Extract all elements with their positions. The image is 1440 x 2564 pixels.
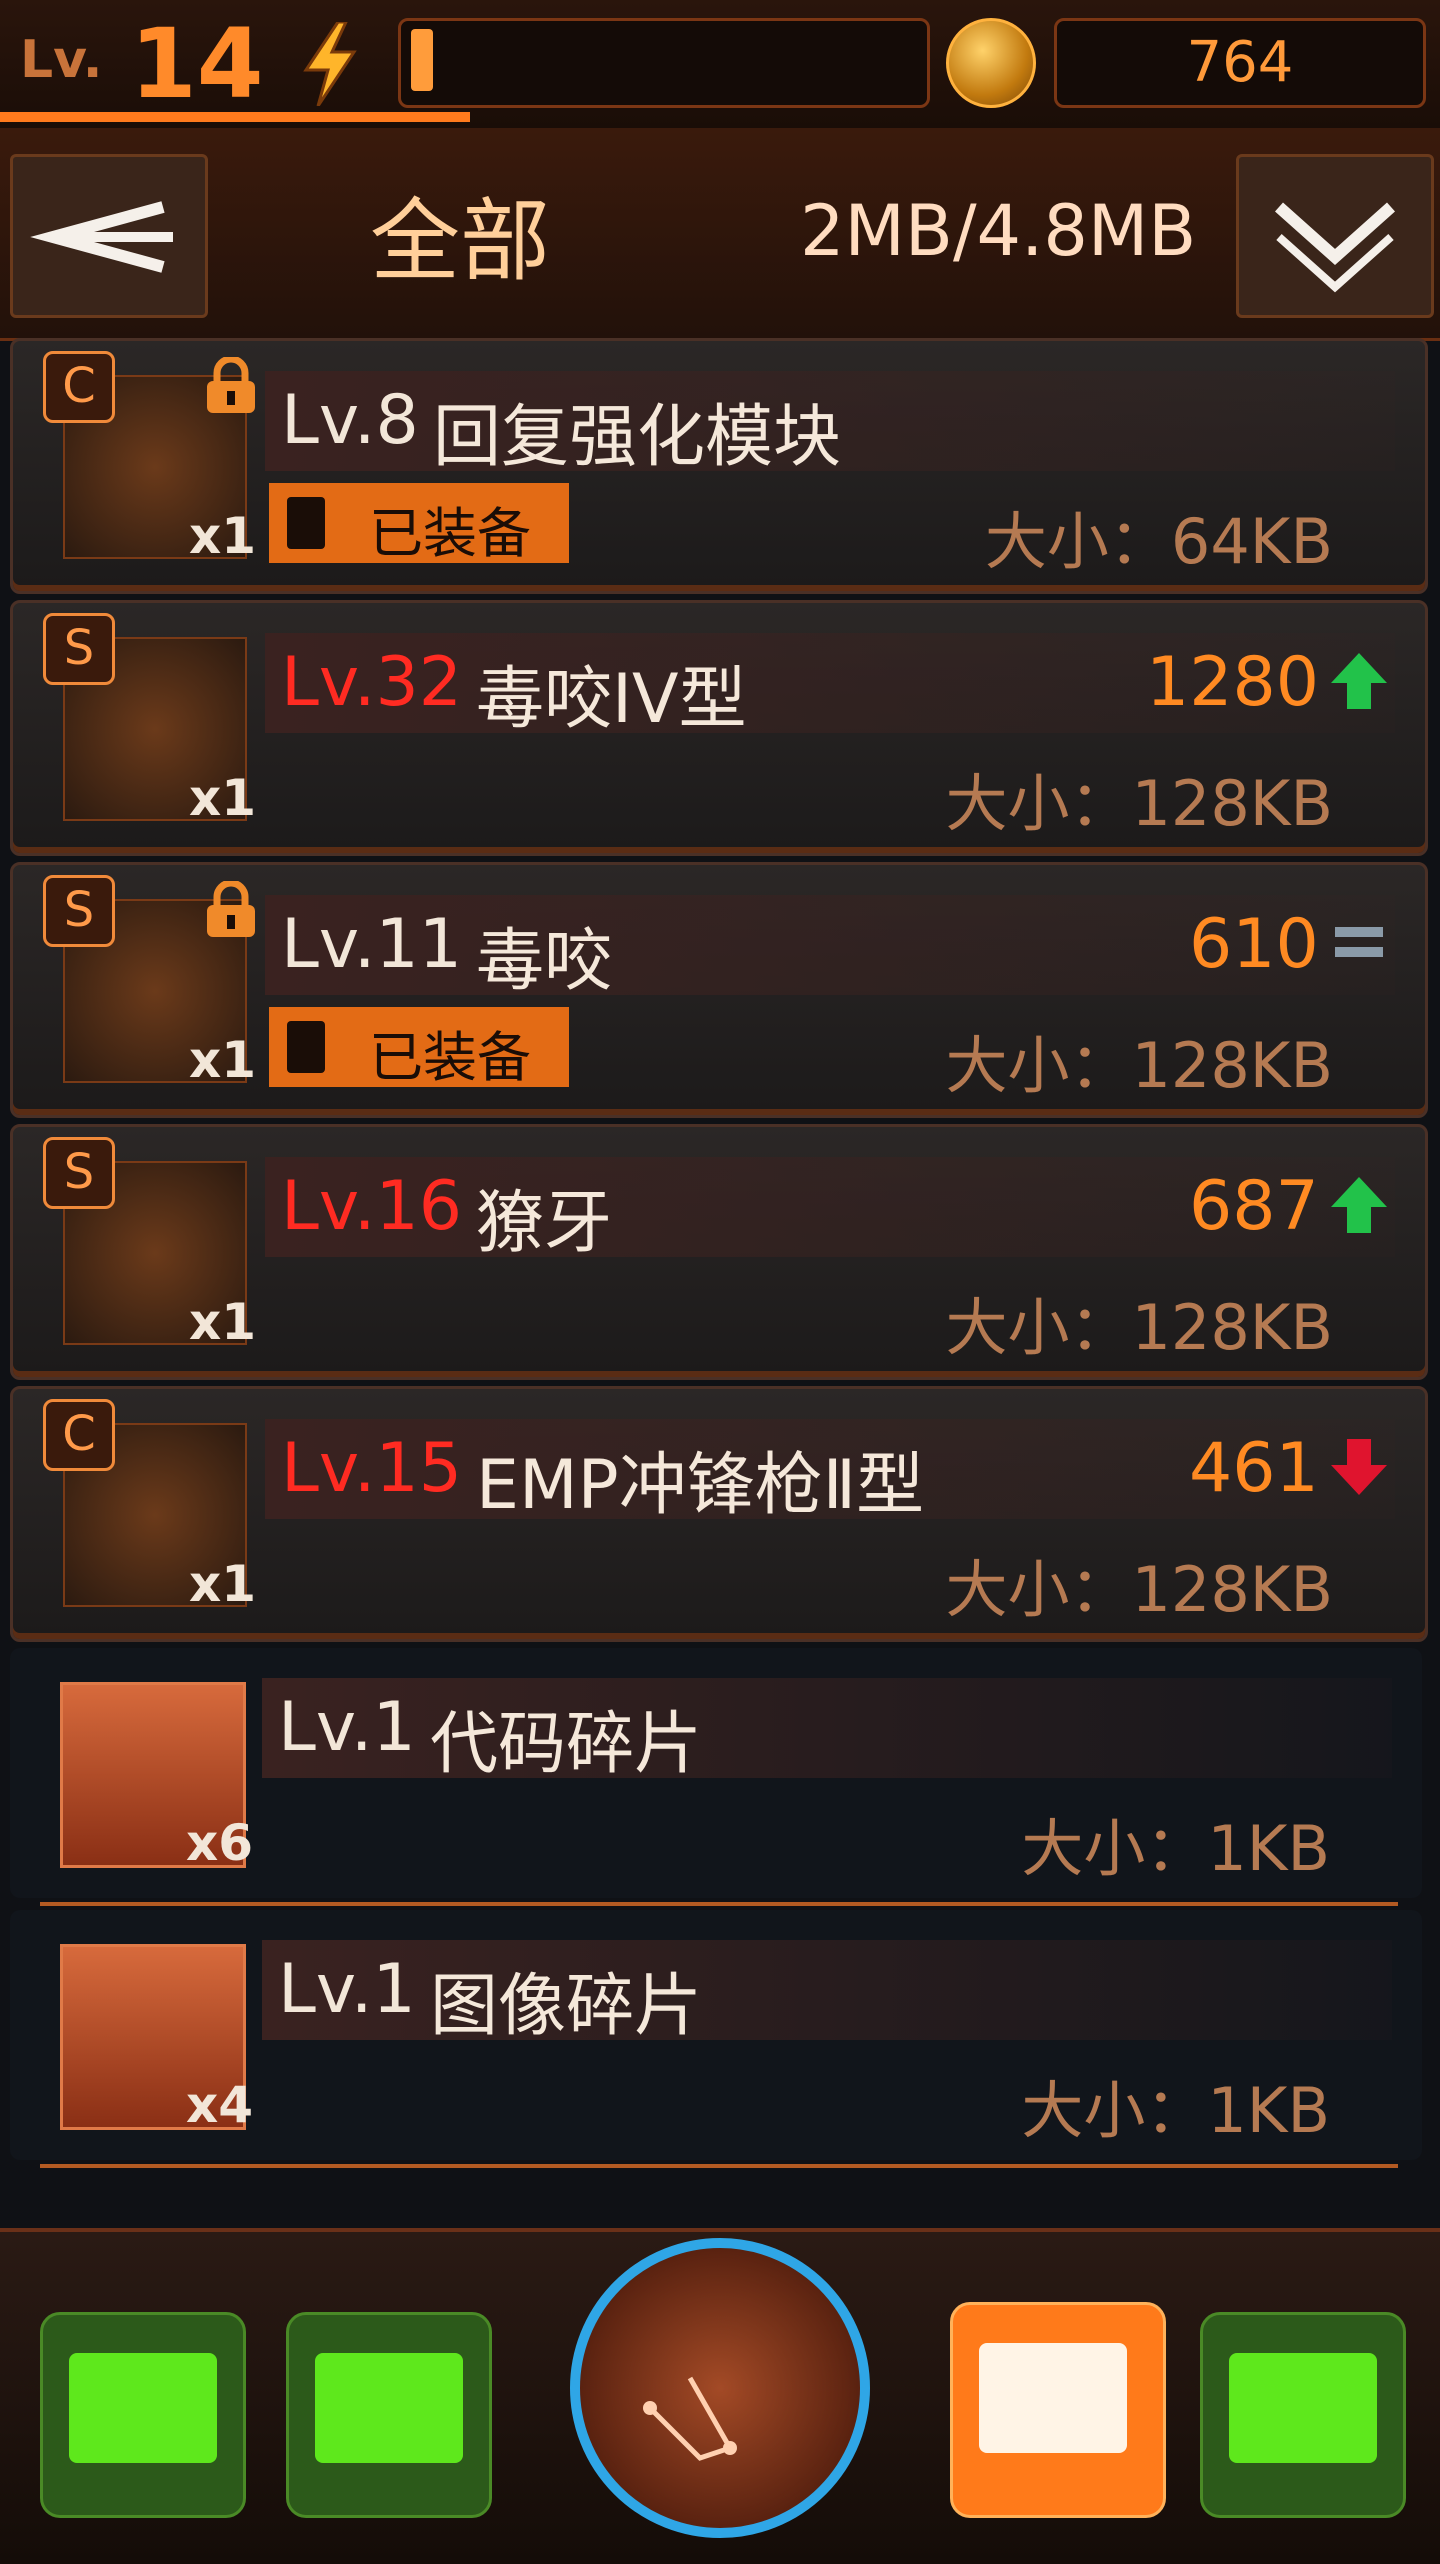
item-quantity: x6 [186,1814,254,1872]
item-name: 回复强化模块 [433,398,842,477]
lightning-icon [303,22,357,106]
grade-badge: S [43,613,115,685]
item-power: 461 [1189,1429,1319,1508]
chevron-down-icon [1275,202,1395,293]
storage-capacity: 2MB/4.8MB [800,190,1197,272]
inventory-item[interactable]: Cx1 Lv.8 回复强化模块已装备 大小：64KB [10,338,1428,594]
grade-badge: S [43,1137,115,1209]
item-quantity: x4 [186,2076,254,2134]
equipped-label: 已装备 [369,502,531,565]
item-power: 1280 [1146,643,1320,722]
inventory-item[interactable]: Sx1 Lv.11 毒咬 610 已装备 大小：128KB [10,862,1428,1118]
map-globe-icon [643,2376,737,2461]
grade-badge: S [43,875,115,947]
item-name: EMP冲锋枪Ⅱ型 [476,1446,925,1525]
arrow-up-icon [1331,1177,1387,1233]
list-divider [40,1902,1398,1906]
inventory-item[interactable]: Sx1 Lv.32 毒咬IV型 1280 大小：128KB [10,600,1428,856]
item-name: 獠牙 [476,1184,613,1263]
grade-badge: C [43,1399,115,1471]
chip-button[interactable] [950,2302,1166,2518]
inventory-header: 全部 2MB/4.8MB [0,128,1440,341]
item-size: 大小：64KB [984,505,1333,578]
energy-bar-fill [411,29,433,91]
chip-icon [287,497,325,549]
item-level: Lv.15 [281,1429,462,1508]
item-level: Lv.32 [281,643,462,722]
item-level: Lv.1 [278,1950,416,2029]
inventory-item[interactable]: x4 Lv.1 图像碎片大小：1KB [10,1910,1422,2160]
item-size: 大小：128KB [945,1291,1333,1364]
arrow-up-icon [1331,653,1387,709]
coin-counter: 764 [1054,18,1426,108]
item-quantity: x1 [189,1555,257,1613]
inventory-list[interactable]: Cx1 Lv.8 回复强化模块已装备 大小：64KB Sx1 Lv.32 毒咬IV型 1280… [0,338,1440,2228]
item-size: 大小：1KB [1021,2074,1330,2147]
back-arrow-icon [30,201,173,273]
item-name: 毒咬 [476,922,613,1001]
item-name: 代码碎片 [430,1705,703,1784]
chat-icon [69,2353,217,2463]
item-power: 610 [1189,905,1319,984]
item-power: 687 [1189,1167,1319,1246]
equal-icon [1335,927,1383,957]
item-size: 大小：128KB [945,1029,1333,1102]
equipped-label: 已装备 [369,1026,531,1089]
item-quantity: x1 [189,1293,257,1351]
player-level-value: 14 [130,8,264,120]
equipped-badge: 已装备 [269,1007,569,1089]
item-size: 大小：1KB [1021,1812,1330,1885]
chip-icon [287,1021,325,1073]
top-status-bar: Lv. 14 764 [0,0,1440,132]
filter-title: 全部 [370,189,550,294]
item-name: 图像碎片 [430,1967,703,2046]
experience-bar [0,112,470,122]
item-size: 大小：128KB [945,1553,1333,1626]
inventory-item[interactable]: x6 Lv.1 代码碎片大小：1KB [10,1648,1422,1898]
item-level: Lv.8 [281,381,419,460]
player-level-label: Lv. [20,30,103,90]
arrow-down-icon [1331,1439,1387,1495]
lock-icon [207,357,255,413]
chip-icon [979,2343,1127,2453]
lock-icon [207,881,255,937]
item-level: Lv.1 [278,1688,416,1767]
item-quantity: x1 [189,1031,257,1089]
equipped-badge: 已装备 [269,483,569,565]
item-size: 大小：128KB [945,767,1333,840]
chat-button[interactable] [40,2312,246,2518]
coin-amount: 764 [1186,30,1294,95]
energy-bar [398,18,930,108]
network-button[interactable] [286,2312,492,2518]
profile-card-icon [1229,2353,1377,2463]
item-quantity: x1 [189,507,257,565]
inventory-item[interactable]: Sx1 Lv.16 獠牙 687 大小：128KB [10,1124,1428,1380]
world-map-button[interactable] [570,2238,870,2538]
filter-dropdown-button[interactable] [1236,154,1434,318]
coin-icon[interactable] [946,18,1036,108]
item-name: 毒咬IV型 [476,660,747,739]
bottom-navigation [0,2228,1440,2564]
list-divider [40,2164,1398,2168]
inventory-item[interactable]: Cx1 Lv.15 EMP冲锋枪Ⅱ型 461 大小：128KB [10,1386,1428,1642]
profile-button[interactable] [1200,2312,1406,2518]
network-icon [315,2353,463,2463]
grade-badge: C [43,351,115,423]
item-quantity: x1 [189,769,257,827]
item-level: Lv.16 [281,1167,462,1246]
back-button[interactable] [10,154,208,318]
item-level: Lv.11 [281,905,462,984]
